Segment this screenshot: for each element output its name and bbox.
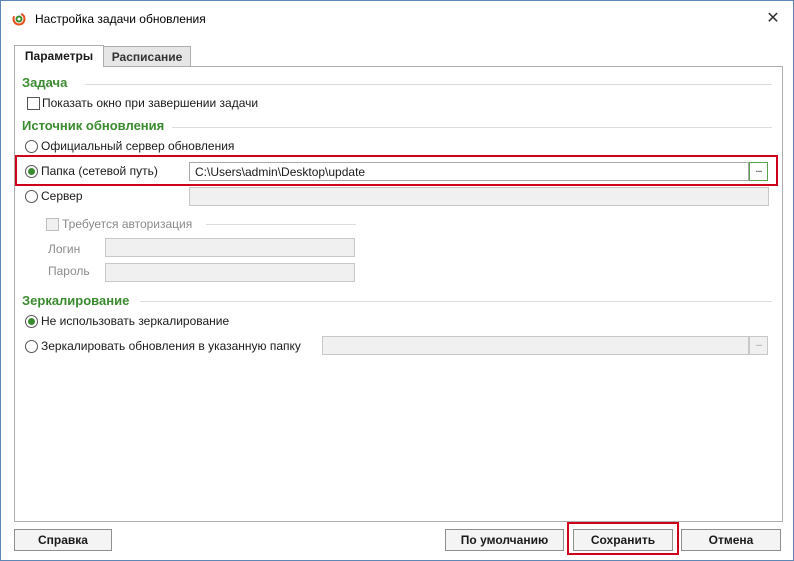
mirror-to-folder-label: Зеркалировать обновления в указанную пап…	[41, 339, 301, 353]
folder-label: Папка (сетевой путь)	[41, 164, 158, 178]
save-button[interactable]: Сохранить	[573, 529, 673, 551]
section-divider	[85, 84, 772, 85]
mirror-path-input[interactable]	[322, 336, 749, 355]
radio-folder[interactable]	[25, 165, 38, 178]
section-title-source: Источник обновления	[22, 118, 165, 133]
mirror-browse-button[interactable]: ...	[749, 336, 768, 355]
login-input[interactable]	[105, 238, 355, 257]
no-mirror-label: Не использовать зеркалирование	[41, 314, 230, 328]
auth-required-checkbox[interactable]	[46, 218, 59, 231]
auth-divider	[206, 224, 356, 225]
default-button[interactable]: По умолчанию	[445, 529, 564, 551]
cancel-button[interactable]: Отмена	[681, 529, 781, 551]
server-label: Сервер	[41, 189, 83, 203]
official-server-label: Официальный сервер обновления	[41, 139, 235, 153]
tab-parameters[interactable]: Параметры	[14, 45, 104, 67]
server-input[interactable]	[189, 187, 769, 206]
auth-required-label: Требуется авторизация	[62, 217, 193, 231]
window-title: Настройка задачи обновления	[35, 12, 206, 26]
folder-browse-button[interactable]: ...	[749, 162, 768, 181]
login-label: Логин	[48, 242, 81, 256]
radio-no-mirror[interactable]	[25, 315, 38, 328]
close-icon: ✕	[766, 10, 780, 27]
radio-server[interactable]	[25, 190, 38, 203]
tab-schedule[interactable]: Расписание	[103, 46, 191, 67]
section-title-task: Задача	[22, 75, 68, 90]
show-window-checkbox[interactable]	[27, 97, 40, 110]
section-divider	[172, 127, 772, 128]
update-task-icon	[12, 12, 26, 26]
section-divider	[140, 301, 772, 302]
radio-mirror-to-folder[interactable]	[25, 340, 38, 353]
folder-path-input[interactable]: C:\Users\admin\Desktop\update	[189, 162, 749, 181]
password-input[interactable]	[105, 263, 355, 282]
help-button[interactable]: Справка	[14, 529, 112, 551]
show-window-label: Показать окно при завершении задачи	[42, 96, 259, 110]
section-title-mirroring: Зеркалирование	[22, 293, 130, 308]
parameters-panel	[14, 66, 783, 522]
password-label: Пароль	[48, 264, 90, 278]
radio-official-server[interactable]	[25, 140, 38, 153]
close-button[interactable]: ✕	[760, 8, 786, 30]
